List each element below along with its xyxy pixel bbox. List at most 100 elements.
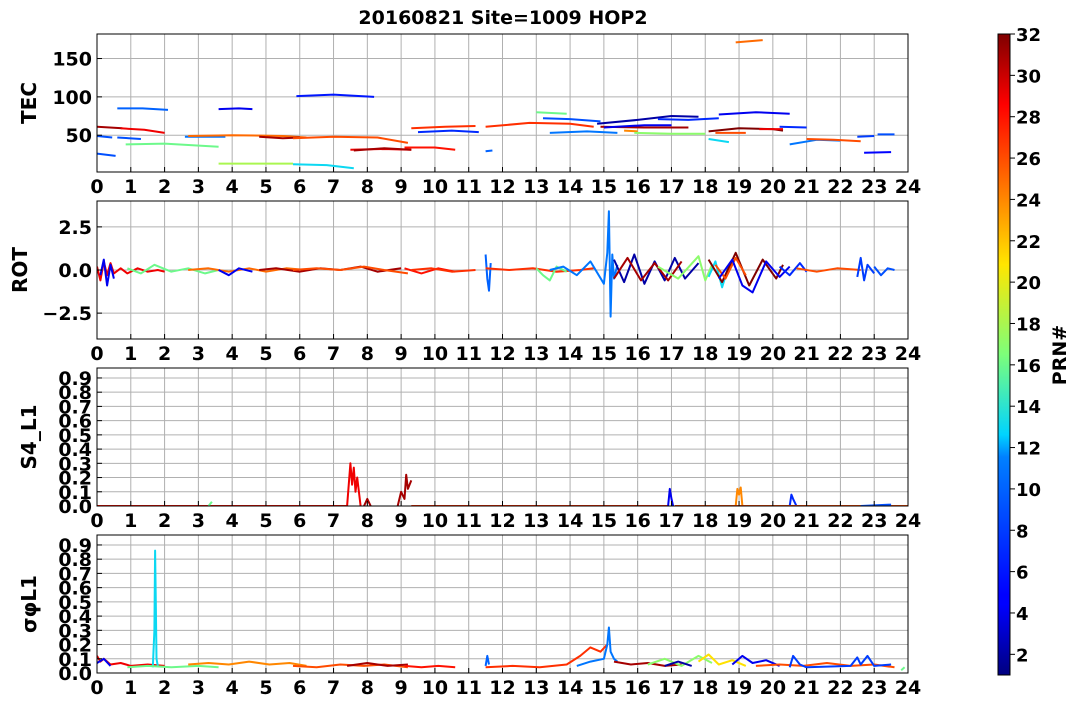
x-tick-label: 23 (861, 510, 887, 532)
x-tick-label: 13 (523, 176, 549, 198)
x-tick-label: 11 (455, 176, 481, 198)
panel-tec: 0 1 2 3 4 5 6 7 8 9 10 11 12 13 14 15 16 17 18 19 20 21 22 23 24… (17, 33, 921, 198)
series-line-prn-7 (417, 129, 479, 134)
y-tick-label: 0.0 (58, 260, 92, 282)
series-line-prn-31 (346, 662, 408, 667)
x-tick-label: 19 (726, 343, 752, 365)
series-line-prn-13 (708, 138, 730, 144)
grid (96, 34, 909, 172)
x-tick-label: 16 (624, 176, 650, 198)
x-tick-label: 2 (158, 343, 171, 365)
x-tick-label: 18 (692, 343, 718, 365)
colorbar-label: PRN# (1049, 325, 1071, 385)
series-line-prn-9 (873, 265, 895, 277)
grid (96, 535, 909, 674)
series-line-prn-9 (542, 117, 601, 123)
x-tick-label: 3 (192, 510, 205, 532)
series-line-prn-11 (576, 626, 619, 667)
series-line-prn-7 (657, 117, 719, 121)
y-axis-label: S4_L1 (17, 405, 41, 470)
colorbar-tick-label: 16 (1016, 356, 1041, 377)
series-group (97, 549, 906, 671)
panel-sigma-phi-l1: 0 1 2 3 4 5 6 7 8 9 10 11 12 13 14 15 16 17 18 19 20 21 22 23 24… (17, 534, 921, 699)
x-tick-label: 22 (827, 510, 853, 532)
series-line-prn-10 (117, 107, 169, 111)
series-line-prn-5 (864, 151, 892, 154)
series-line-prn-28 (404, 146, 456, 151)
x-tick-label: 11 (455, 677, 481, 699)
series-line-prn-31 (396, 473, 413, 506)
x-tick-label: 13 (523, 677, 549, 699)
x-tick-label: 24 (895, 176, 921, 198)
panel-s4-l1: 0 1 2 3 4 5 6 7 8 9 10 11 12 13 14 15 16 17 18 19 20 21 22 23 24… (17, 367, 921, 532)
series-line-prn-10 (484, 654, 490, 667)
series-line-prn-28 (404, 664, 456, 669)
x-tick-label: 9 (395, 510, 408, 532)
x-tick-label: 5 (259, 510, 272, 532)
x-tick-label: 1 (124, 343, 137, 365)
x-tick-label: 24 (895, 510, 921, 532)
x-tick-label: 15 (591, 510, 617, 532)
series-line-prn-9 (117, 136, 141, 140)
x-tick-label: 17 (658, 677, 684, 699)
series-line-prn-4 (718, 111, 790, 116)
colorbar-tick-label: 20 (1016, 273, 1041, 294)
x-tick-label: 4 (226, 176, 239, 198)
x-tick-label: 5 (259, 343, 272, 365)
colorbar-tick-label: 26 (1016, 149, 1041, 170)
x-tick-label: 12 (489, 677, 515, 699)
y-axis-label: σφL1 (17, 575, 41, 633)
series-line-prn-8 (857, 135, 875, 138)
series-line-prn-24 (188, 660, 307, 667)
x-tick-label: 7 (327, 510, 340, 532)
x-tick-label: 0 (90, 176, 103, 198)
x-tick-label: 19 (726, 510, 752, 532)
x-tick-label: 20 (760, 343, 786, 365)
x-tick-label: 17 (658, 343, 684, 365)
x-tick-label: 15 (591, 343, 617, 365)
x-tick-label: 14 (557, 176, 583, 198)
series-line-prn-29 (120, 127, 165, 134)
x-tick-label: 17 (658, 176, 684, 198)
x-tick-label: 24 (895, 677, 921, 699)
x-tick-label: 0 (90, 677, 103, 699)
colorbar-tick-label: 24 (1016, 190, 1041, 211)
y-axis-label: TEC (17, 82, 41, 124)
x-tick-label: 16 (624, 677, 650, 699)
x-tick-label: 17 (658, 510, 684, 532)
x-tick-label: 2 (158, 510, 171, 532)
x-tick-label: 2 (158, 677, 171, 699)
colorbar-tick-label: 8 (1016, 521, 1029, 542)
panels: 0 1 2 3 4 5 6 7 8 9 10 11 12 13 14 15 16 17 18 19 20 21 22 23 24… (8, 33, 921, 699)
x-tick-label: 3 (192, 176, 205, 198)
x-tick-label: 10 (422, 677, 448, 699)
series-line-prn-4 (218, 107, 253, 111)
y-tick-label: 100 (52, 87, 92, 109)
x-tick-label: 6 (293, 677, 306, 699)
series-line-prn-31 (97, 125, 123, 130)
x-tick-label: 8 (361, 677, 374, 699)
x-tick-label: 23 (861, 677, 887, 699)
figure: 20160821 Site=1009 HOP2 0 1 2 3 4 5 6 7 8 9 10 11 12… (8, 7, 1071, 699)
x-tick-label: 1 (124, 176, 137, 198)
colorbar-tick-label: 22 (1016, 232, 1041, 253)
x-tick-label: 4 (226, 510, 239, 532)
colorbar-tick-label: 4 (1016, 604, 1029, 625)
x-tick-label: 15 (591, 176, 617, 198)
series-line-prn-16 (536, 111, 567, 115)
x-tick-label: 19 (726, 176, 752, 198)
series-line-prn-27 (485, 643, 609, 669)
colorbar-tick-label: 32 (1016, 25, 1041, 46)
x-tick-label: 18 (692, 677, 718, 699)
x-tick-label: 18 (692, 176, 718, 198)
colorbar-tick-label: 12 (1016, 439, 1041, 460)
x-tick-label: 21 (793, 510, 819, 532)
series-line-prn-11 (549, 130, 618, 134)
x-tick-label: 20 (760, 677, 786, 699)
colorbar: 2468101214161820222426283032 PRN# (997, 25, 1071, 676)
x-tick-label: 8 (361, 176, 374, 198)
x-tick-label: 13 (523, 343, 549, 365)
x-tick-label: 7 (327, 343, 340, 365)
x-tick-label: 23 (861, 176, 887, 198)
x-tick-label: 1 (124, 677, 137, 699)
